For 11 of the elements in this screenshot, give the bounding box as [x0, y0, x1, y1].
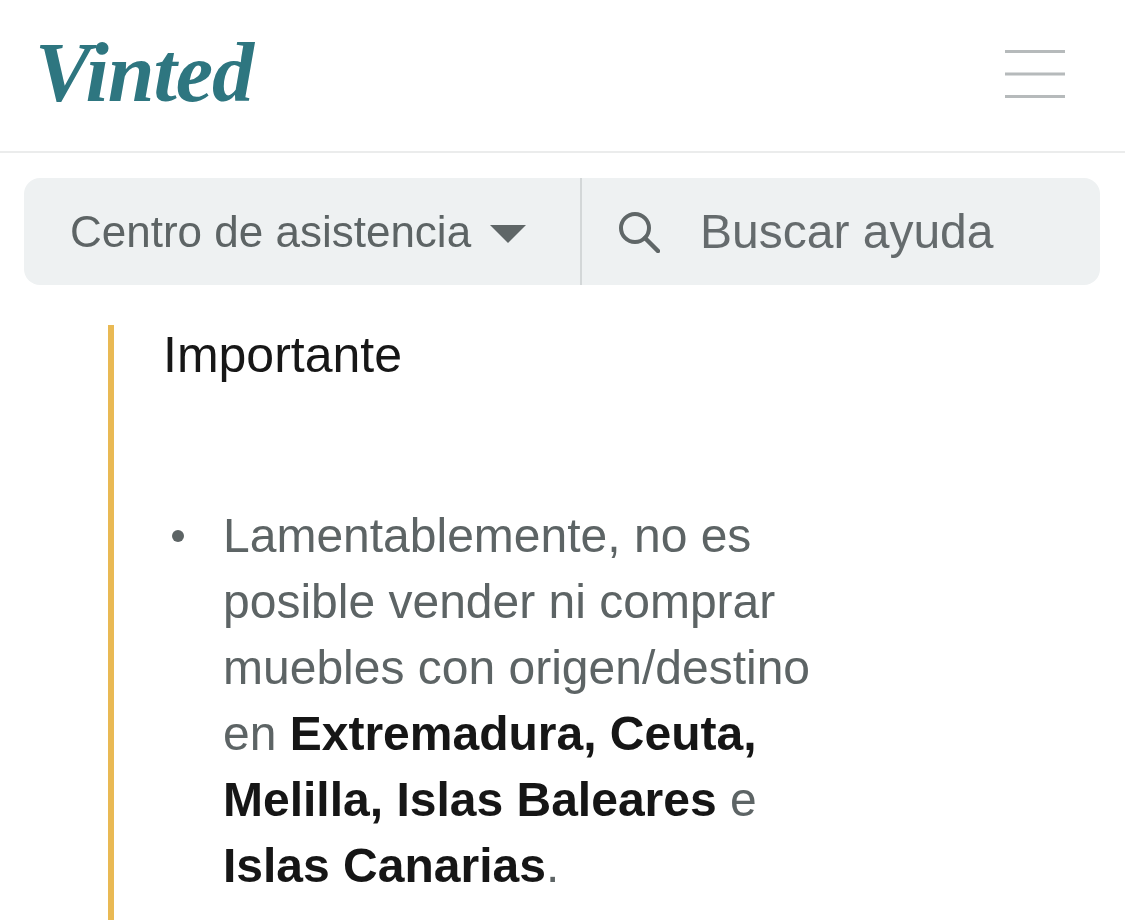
section-dropdown[interactable]: Centro de asistencia — [24, 178, 580, 285]
bullet-icon — [172, 530, 184, 542]
notice-title: Importante — [163, 326, 402, 385]
menu-button[interactable] — [1005, 49, 1065, 98]
menu-icon — [1005, 49, 1065, 98]
caret-icon — [490, 224, 527, 243]
search-field[interactable]: Buscar ayuda — [582, 178, 1100, 285]
logo[interactable]: Vinted — [35, 30, 254, 115]
notice-text: Lamentablemente, no es posible vender ni comprar muebles con origen/destino en Extremadura, Ceuta, Melilla, Islas Baleares e Islas Canarias. — [223, 508, 812, 894]
search-input[interactable]: Buscar ayuda — [700, 201, 1080, 262]
search-icon — [618, 210, 660, 253]
